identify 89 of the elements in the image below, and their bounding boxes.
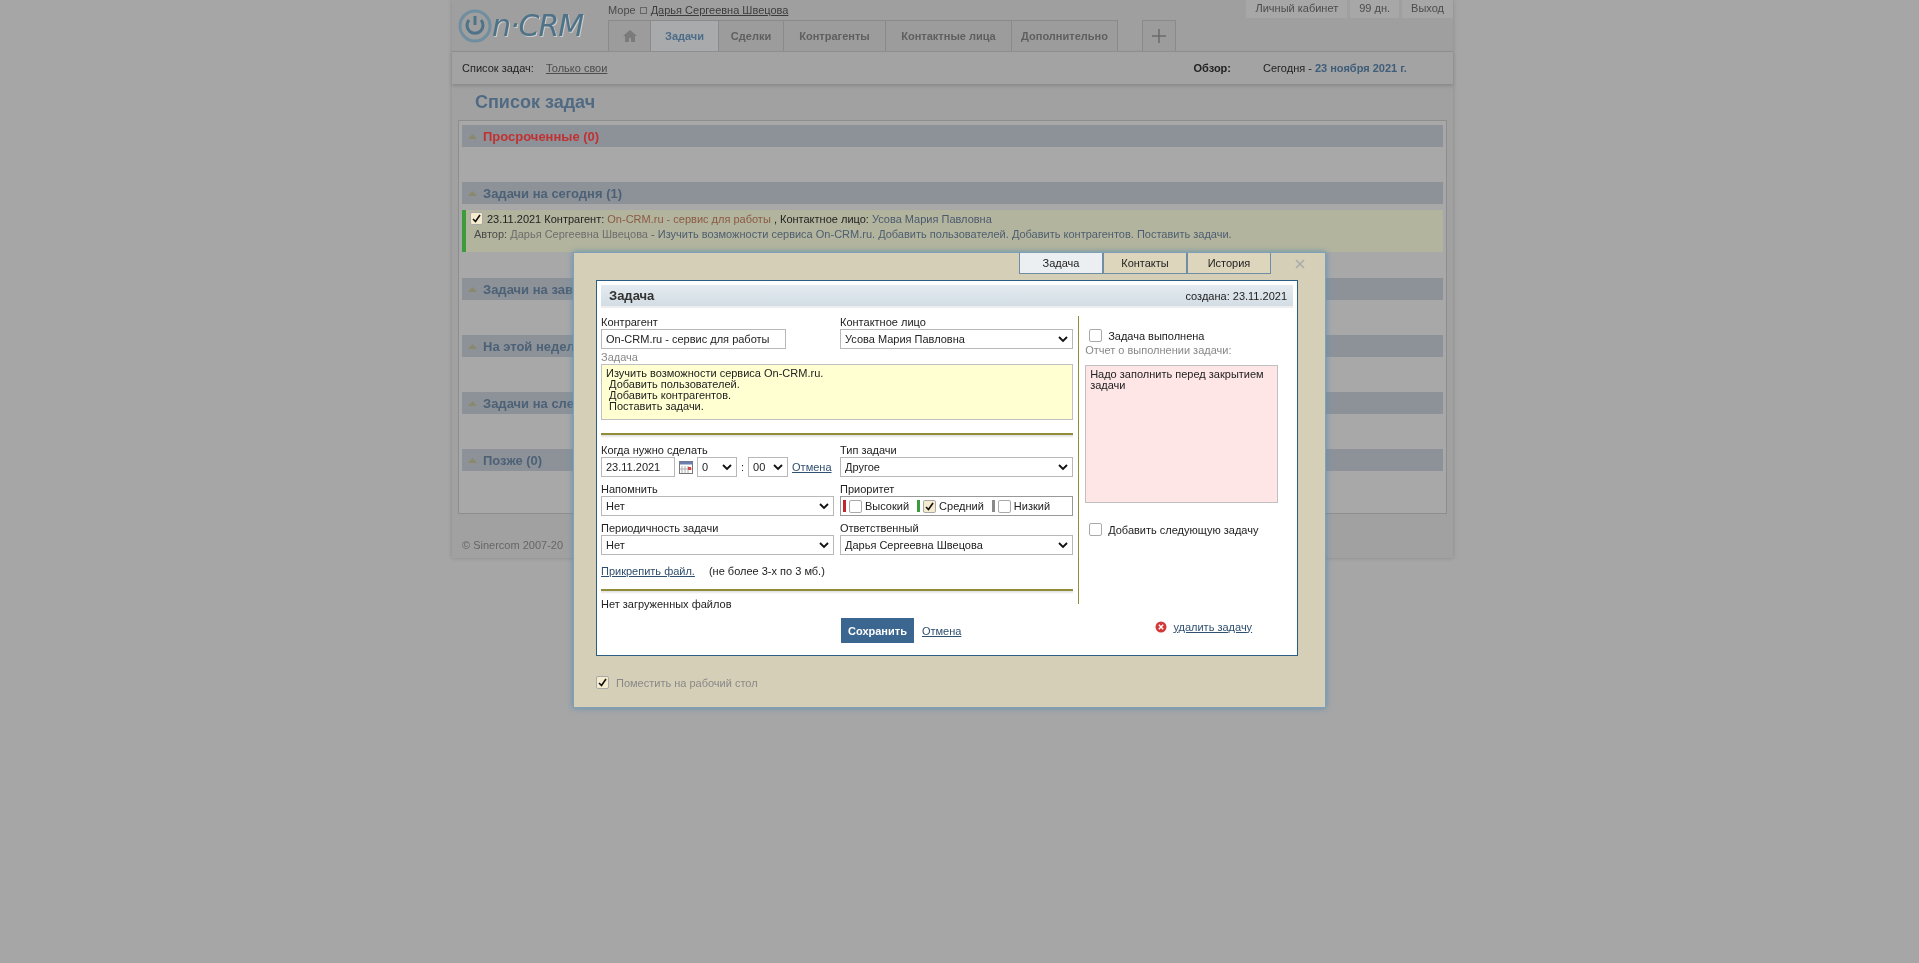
select-field[interactable]: Нет (601, 496, 834, 516)
checkbox[interactable] (923, 499, 937, 513)
collapse-icon (468, 457, 477, 463)
task-text-field[interactable]: Изучить возможности сервиса On-CRM.ru. Добавить пользователей. Добавить контрагентов. Поставить задачи. (601, 364, 1074, 420)
attach-file-link[interactable]: Прикрепить файл. (601, 565, 695, 577)
chevron-icon (1058, 335, 1068, 343)
collapse-icon (468, 400, 477, 406)
cancel-time-link[interactable]: Отмена (792, 461, 832, 473)
desktop-label: Поместить на рабочий стол (616, 676, 758, 689)
checkbox[interactable] (470, 212, 483, 225)
collapse-icon (468, 133, 477, 139)
collapse-icon (468, 343, 477, 349)
field-label: Отчет о выполнении задачи: (1085, 344, 1233, 357)
files-note: Нет загруженных файлов (601, 598, 733, 610)
house-icon (621, 29, 638, 43)
priority-label: Низкий (1013, 500, 1051, 512)
checkbox[interactable] (1089, 523, 1103, 536)
copyright-text: © Sinercom 2007-20 (462, 539, 564, 551)
dialog-title: Задача (609, 288, 655, 303)
field-label: Периодичность задачи (601, 522, 720, 535)
select-field[interactable]: Нет (601, 535, 834, 555)
overview-date: Сегодня - 23 ноября 2021 г. (1263, 62, 1408, 74)
section-title: Просроченные (0) (483, 128, 600, 144)
report-field[interactable]: Надо заполнить перед закрытием задачи (1085, 365, 1279, 503)
section-title: Позже (0) (483, 452, 543, 468)
date-field[interactable]: 23.11.2021 (601, 457, 675, 477)
user-menu-link[interactable]: 99 дн. (1350, 0, 1400, 18)
section-title: Задачи на сле (483, 395, 574, 411)
next-task-label: Добавить следующую задачу (1108, 523, 1259, 536)
chevron-icon (722, 463, 732, 471)
user-menu-link[interactable]: Личный кабинет (1246, 0, 1348, 18)
priority-label: Средний (939, 500, 984, 512)
chevron-icon (819, 541, 829, 549)
field-label: Когда нужно сделать (601, 444, 709, 457)
delete-icon[interactable] (1155, 620, 1168, 633)
field-label: Контрагент (601, 316, 659, 329)
dialog-tab[interactable]: Контакты (1103, 253, 1187, 274)
select-field[interactable]: 00 (748, 457, 789, 477)
chevron-icon (1058, 463, 1068, 471)
priority-label: Высокий (865, 500, 910, 512)
chevron-icon (1058, 541, 1068, 549)
field-label: Задача (601, 351, 639, 364)
select-field[interactable]: Усова Мария Павловна (840, 329, 1073, 349)
cancel-link[interactable]: Отмена (921, 624, 962, 637)
attach-note: (не более 3-х по 3 мб.) (708, 565, 825, 577)
done-label: Задача выполнена (1108, 329, 1205, 342)
save-button[interactable]: Сохранить (841, 618, 914, 643)
chevron-icon (819, 502, 829, 510)
breadcrumb-text: Море (608, 4, 636, 16)
user-link[interactable]: Дарья Сергеевна Швецова (650, 4, 789, 16)
dialog-tab[interactable]: История (1187, 253, 1271, 274)
section-title: На этой недел (483, 338, 575, 354)
field-label: Приоритет (840, 483, 896, 496)
collapse-icon (468, 286, 477, 292)
logo-text: n·CRM (492, 8, 584, 43)
select-field[interactable]: Дарья Сергеевна Швецова (840, 535, 1073, 555)
overview-label: Обзор: (1193, 62, 1231, 74)
add-button[interactable] (1142, 20, 1176, 51)
field-label: Тип задачи (840, 444, 898, 457)
checkbox[interactable] (1089, 329, 1103, 342)
section-title: Задачи на сегодня (1) (483, 185, 623, 201)
select-field[interactable]: 0 (697, 457, 737, 477)
task-details: Автор: Дарья Сергеевна Швецова - Изучить возможности сервиса On-CRM.ru. Добавить пользователей. Добавить контрагентов. Поставить задачи. (474, 228, 1232, 240)
power-icon (458, 8, 492, 43)
calendar-icon[interactable] (679, 460, 693, 474)
filter-label: Список задач: (462, 62, 534, 74)
field-label: Напомнить (601, 483, 659, 496)
checkbox[interactable] (849, 499, 862, 513)
created-date: создана: 23.11.2021 (1185, 289, 1287, 302)
chevron-icon (773, 463, 784, 471)
section-title: Задачи на зав (483, 281, 573, 297)
field-label: Ответственный (840, 522, 920, 535)
field-label: Контактное лицо (840, 316, 927, 329)
plus-icon (1151, 28, 1167, 44)
close-icon[interactable] (1295, 259, 1305, 269)
checkbox[interactable] (596, 676, 609, 689)
user-menu-link[interactable]: Выход (1402, 0, 1453, 18)
filter-link[interactable]: Только свои (545, 62, 608, 74)
dialog-tab[interactable]: Задача (1019, 253, 1103, 274)
time-separator: : (741, 461, 745, 473)
checkbox[interactable] (997, 499, 1011, 513)
home-tab[interactable] (608, 20, 651, 51)
delete-task-link[interactable]: удалить задачу (1173, 620, 1253, 633)
contractor-field[interactable]: On-CRM.ru - сервис для работы (601, 329, 786, 349)
separator-icon (639, 6, 647, 14)
page-title: Список задач (475, 92, 597, 114)
select-field[interactable]: Другое (840, 457, 1073, 477)
collapse-icon (468, 190, 477, 196)
task-summary: 23.11.2021 Контрагент: On-CRM.ru - сервис для работы , Контактное лицо: Усова Мария Павловна (487, 212, 992, 225)
